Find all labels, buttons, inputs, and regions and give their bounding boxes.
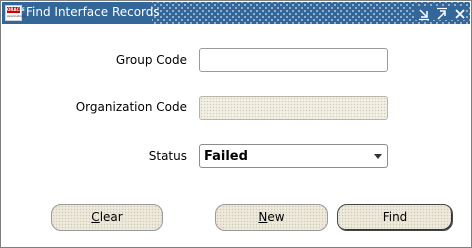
organization-code-label: Organization Code bbox=[75, 100, 187, 114]
new-button[interactable]: New bbox=[215, 204, 328, 231]
group-code-field[interactable] bbox=[199, 48, 388, 72]
window-title: Find Interface Records bbox=[26, 5, 160, 19]
find-interface-records-window: ORACLE Applications Find Interface Recor… bbox=[0, 0, 472, 248]
close-icon[interactable] bbox=[454, 6, 466, 20]
group-code-label: Group Code bbox=[115, 53, 187, 67]
oracle-app-icon[interactable]: ORACLE Applications bbox=[5, 5, 26, 21]
status-select[interactable]: Failed bbox=[199, 144, 388, 168]
clear-button[interactable]: Clear bbox=[51, 204, 163, 231]
minimize-icon[interactable] bbox=[418, 6, 430, 21]
title-bar[interactable]: ORACLE Applications Find Interface Recor… bbox=[2, 2, 470, 24]
new-label: ew bbox=[267, 210, 285, 224]
organization-code-field[interactable] bbox=[199, 96, 388, 120]
oracle-brand-text: ORACLE bbox=[7, 7, 25, 13]
status-label: Status bbox=[148, 149, 187, 163]
status-selected-value: Failed bbox=[204, 149, 248, 164]
chevron-down-icon[interactable] bbox=[374, 154, 382, 159]
find-button[interactable]: Find bbox=[337, 204, 453, 231]
oracle-brand-subtext: Applications bbox=[7, 14, 26, 18]
clear-label: lear bbox=[99, 210, 123, 224]
find-label: Find bbox=[382, 210, 408, 224]
window-controls bbox=[415, 6, 466, 21]
clear-mnemonic: C bbox=[91, 210, 100, 224]
maximize-icon[interactable] bbox=[436, 6, 448, 20]
